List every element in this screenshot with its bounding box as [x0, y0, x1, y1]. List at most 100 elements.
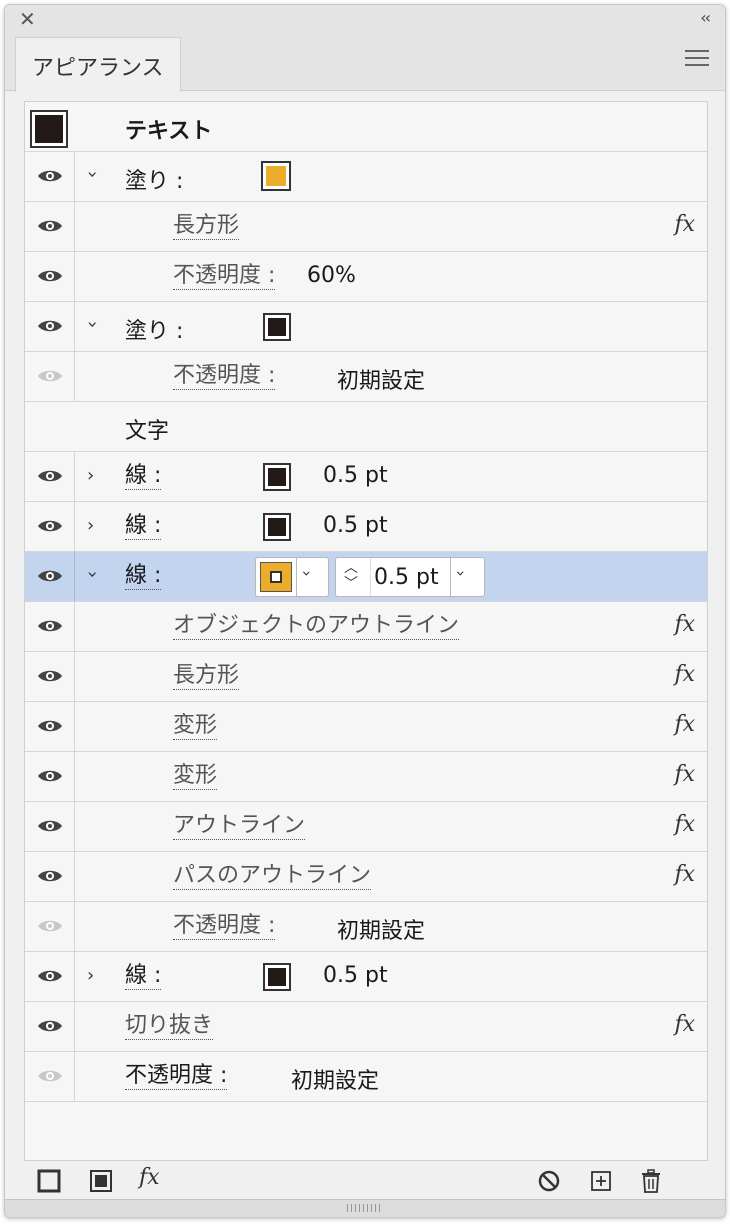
- visibility-toggle[interactable]: [25, 802, 75, 851]
- fx-icon: fx: [674, 762, 695, 787]
- stroke-weight-field[interactable]: ︿﹀ ›: [335, 557, 485, 597]
- eye-icon: [38, 170, 62, 182]
- stroke-row-selected[interactable]: › 線 : › ︿﹀ ›: [25, 552, 707, 602]
- visibility-toggle[interactable]: [25, 452, 75, 501]
- effect-label[interactable]: 変形: [173, 713, 218, 740]
- visibility-toggle[interactable]: [25, 702, 75, 751]
- fill-label[interactable]: 塗り :: [125, 163, 183, 195]
- visibility-toggle[interactable]: [25, 952, 75, 1001]
- visibility-toggle[interactable]: [25, 202, 75, 251]
- opacity-row[interactable]: 不透明度 : 初期設定: [25, 1052, 707, 1102]
- clear-appearance-icon[interactable]: [537, 1169, 561, 1193]
- visibility-toggle[interactable]: [25, 852, 75, 901]
- effect-label[interactable]: アウトライン: [173, 813, 306, 840]
- stroke-row[interactable]: › 線 : 0.5 pt: [25, 502, 707, 552]
- fill-row[interactable]: › 塗り :: [25, 302, 707, 352]
- fill-swatch[interactable]: [263, 313, 291, 341]
- eye-icon: [38, 370, 62, 382]
- opacity-label[interactable]: 不透明度 :: [125, 1063, 228, 1090]
- visibility-toggle[interactable]: [25, 352, 75, 401]
- resize-grip[interactable]: [5, 1199, 725, 1217]
- chevron-down-icon[interactable]: ›: [82, 321, 103, 328]
- fill-label[interactable]: 塗り :: [125, 313, 183, 345]
- visibility-toggle[interactable]: [25, 752, 75, 801]
- stroke-weight-value: 0.5 pt: [323, 963, 388, 988]
- add-effect-icon[interactable]: fx: [139, 1165, 173, 1190]
- effect-row[interactable]: 長方形 fx: [25, 202, 707, 252]
- stroke-color-dropdown[interactable]: ›: [255, 557, 329, 597]
- fill-swatch[interactable]: [261, 161, 291, 191]
- eye-icon: [38, 970, 62, 982]
- stepper-icon[interactable]: ︿ ﹀: [344, 560, 358, 592]
- effect-row[interactable]: 変形 fx: [25, 752, 707, 802]
- effect-label[interactable]: 変形: [173, 763, 218, 790]
- eye-icon: [38, 220, 62, 232]
- stroke-color-swatch: [260, 562, 292, 592]
- add-new-stroke-icon[interactable]: [37, 1169, 61, 1193]
- effect-row[interactable]: 変形 fx: [25, 702, 707, 752]
- visibility-toggle[interactable]: [25, 652, 75, 701]
- visibility-toggle[interactable]: [25, 552, 75, 601]
- opacity-row[interactable]: 不透明度 : 初期設定: [25, 902, 707, 952]
- visibility-toggle[interactable]: [25, 902, 75, 951]
- effect-row[interactable]: 長方形 fx: [25, 652, 707, 702]
- characters-label[interactable]: 文字: [125, 413, 169, 445]
- chevron-right-icon[interactable]: ›: [87, 515, 94, 536]
- visibility-toggle[interactable]: [25, 1052, 75, 1101]
- stroke-swatch[interactable]: [263, 513, 291, 541]
- fx-icon: fx: [674, 862, 695, 887]
- header-row[interactable]: テキスト: [25, 102, 707, 152]
- visibility-toggle[interactable]: [25, 302, 75, 351]
- panel-menu-icon[interactable]: [685, 50, 709, 70]
- visibility-toggle[interactable]: [25, 252, 75, 301]
- characters-row[interactable]: 文字: [25, 402, 707, 452]
- opacity-label[interactable]: 不透明度 :: [173, 913, 276, 940]
- effect-row[interactable]: パスのアウトライン fx: [25, 852, 707, 902]
- chevron-down-icon[interactable]: ›: [82, 571, 103, 578]
- effect-row[interactable]: オブジェクトのアウトライン fx: [25, 602, 707, 652]
- chevron-right-icon[interactable]: ›: [87, 465, 94, 486]
- effect-row[interactable]: アウトライン fx: [25, 802, 707, 852]
- effect-label[interactable]: 長方形: [173, 213, 240, 240]
- appearance-panel: ✕ ‹‹ アピアランス テキスト › 塗り : 長方形 fx 不透明度: 60…: [4, 4, 726, 1218]
- opacity-label[interactable]: 不透明度 :: [173, 363, 276, 390]
- collapse-icon[interactable]: ‹‹: [700, 8, 711, 27]
- visibility-toggle[interactable]: [25, 602, 75, 651]
- chevron-down-icon: ›: [297, 570, 317, 577]
- stroke-weight-input[interactable]: [374, 562, 450, 592]
- add-new-fill-icon[interactable]: [89, 1169, 113, 1193]
- stroke-label[interactable]: 線 :: [125, 963, 162, 990]
- chevron-down-icon[interactable]: ›: [452, 570, 471, 576]
- close-icon[interactable]: ✕: [19, 7, 36, 31]
- effect-label[interactable]: オブジェクトのアウトライン: [173, 613, 460, 640]
- chevron-right-icon[interactable]: ›: [87, 965, 94, 986]
- visibility-toggle[interactable]: [25, 502, 75, 551]
- trash-icon[interactable]: [639, 1169, 663, 1193]
- effect-row[interactable]: 切り抜き fx: [25, 1002, 707, 1052]
- opacity-value: 60%: [307, 263, 356, 288]
- panel-titlebar: ✕ ‹‹: [5, 5, 725, 33]
- eye-icon: [38, 870, 62, 882]
- effect-label[interactable]: パスのアウトライン: [173, 863, 372, 890]
- chevron-down-icon[interactable]: ›: [82, 171, 103, 178]
- eye-icon: [38, 520, 62, 532]
- opacity-row[interactable]: 不透明度 : 初期設定: [25, 352, 707, 402]
- duplicate-item-icon[interactable]: [589, 1169, 613, 1193]
- opacity-row[interactable]: 不透明度 : 60%: [25, 252, 707, 302]
- stroke-weight-value: 0.5 pt: [323, 513, 388, 538]
- visibility-toggle[interactable]: [25, 1002, 75, 1051]
- fill-row[interactable]: › 塗り :: [25, 152, 707, 202]
- fx-icon: fx: [674, 662, 695, 687]
- stroke-label[interactable]: 線 :: [125, 563, 162, 590]
- stroke-row[interactable]: › 線 : 0.5 pt: [25, 452, 707, 502]
- effect-label[interactable]: 長方形: [173, 663, 240, 690]
- visibility-toggle[interactable]: [25, 152, 75, 201]
- tab-appearance[interactable]: アピアランス: [15, 37, 181, 92]
- stroke-label[interactable]: 線 :: [125, 513, 162, 540]
- effect-label[interactable]: 切り抜き: [125, 1013, 214, 1040]
- stroke-swatch[interactable]: [263, 963, 291, 991]
- opacity-label[interactable]: 不透明度 :: [173, 263, 276, 290]
- stroke-label[interactable]: 線 :: [125, 463, 162, 490]
- stroke-swatch[interactable]: [263, 463, 291, 491]
- stroke-row[interactable]: › 線 : 0.5 pt: [25, 952, 707, 1002]
